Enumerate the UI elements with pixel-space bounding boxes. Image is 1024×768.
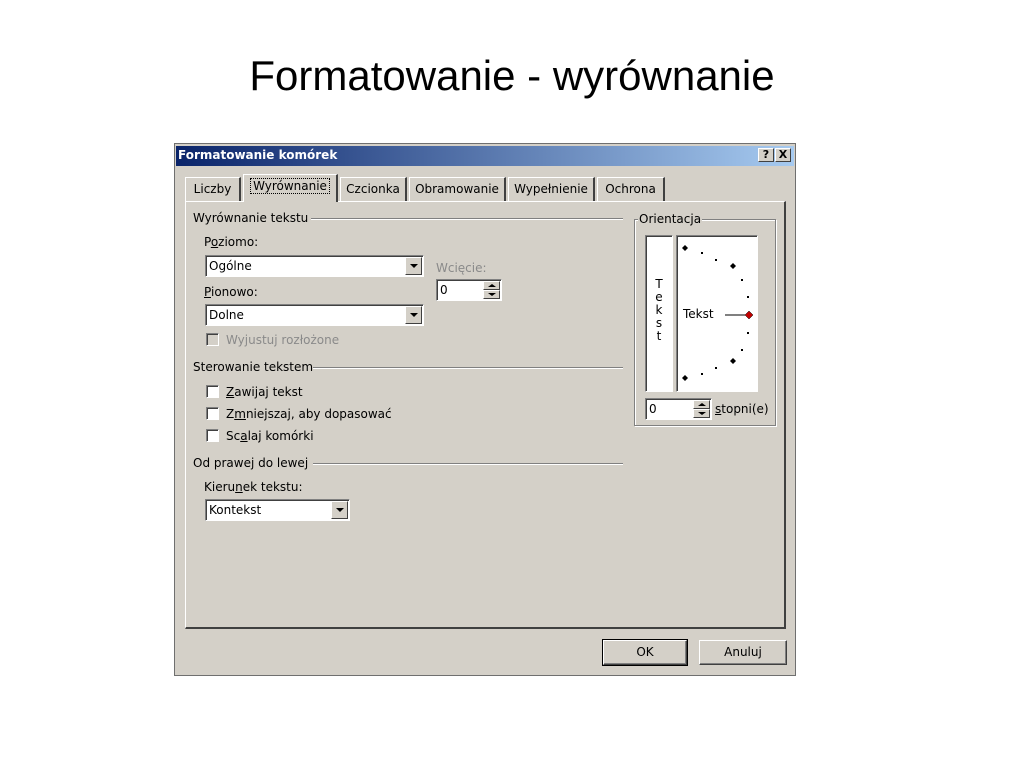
- indent-spinner[interactable]: 0: [436, 279, 502, 301]
- combo-value: Kontekst: [209, 503, 262, 517]
- tab-wypelnienie[interactable]: Wypełnienie: [508, 177, 595, 201]
- spinner-value: 0: [440, 283, 448, 297]
- degrees-spinner[interactable]: 0: [645, 398, 712, 420]
- slide-title: Formatowanie - wyrównanie: [249, 52, 775, 99]
- combo-value: Dolne: [209, 308, 244, 322]
- text-control-group-label: Sterowanie tekstem: [193, 360, 314, 374]
- tab-obramowanie[interactable]: Obramowanie: [409, 177, 506, 201]
- text-alignment-group-label: Wyrównanie tekstu: [193, 211, 309, 225]
- tab-czcionka[interactable]: Czcionka: [340, 177, 407, 201]
- degrees-label: stopni(e): [715, 402, 769, 416]
- tab-liczby[interactable]: Liczby: [185, 177, 241, 201]
- merge-cells-label: Scalaj komórki: [226, 429, 314, 443]
- angle-marker-icon: [682, 375, 688, 381]
- shrink-to-fit-checkbox[interactable]: [206, 407, 219, 420]
- wrap-text-checkbox[interactable]: [206, 385, 219, 398]
- vertical-letter: t: [656, 329, 662, 343]
- orientation-dial[interactable]: Tekst: [676, 235, 758, 392]
- tab-label: Czcionka: [346, 182, 400, 196]
- tab-label: Wypełnienie: [514, 182, 588, 196]
- shrink-to-fit-label: Zmniejszaj, aby dopasować: [226, 407, 392, 421]
- angle-marker-icon: [730, 358, 736, 364]
- angle-dot-icon: [715, 367, 717, 369]
- wrap-text-label: Zawijaj tekst: [226, 385, 303, 399]
- cancel-button[interactable]: Anuluj: [699, 640, 787, 665]
- chevron-down-icon[interactable]: [405, 306, 422, 324]
- angle-dot-icon: [741, 349, 743, 351]
- angle-dot-icon: [741, 279, 743, 281]
- tab-label: Wyrównanie: [250, 178, 330, 194]
- group-divider: [313, 463, 623, 465]
- dialog-titlebar[interactable]: Formatowanie komórek ? X: [176, 146, 794, 166]
- combo-value: Ogólne: [209, 259, 252, 273]
- vertical-label: Pionowo:: [204, 285, 258, 299]
- indent-label: Wcięcie:: [436, 261, 487, 275]
- spinner-value: 0: [649, 402, 657, 416]
- ok-button[interactable]: OK: [602, 639, 688, 666]
- vertical-text-button[interactable]: T e k s t: [645, 235, 673, 392]
- spin-down-icon[interactable]: [483, 290, 500, 299]
- angle-dot-icon: [715, 259, 717, 261]
- tab-ochrona[interactable]: Ochrona: [597, 177, 665, 201]
- merge-cells-checkbox[interactable]: [206, 429, 219, 442]
- tab-wyrownanie[interactable]: Wyrównanie: [243, 174, 338, 202]
- format-cells-dialog: Formatowanie komórek ? X Liczby Wyrównan…: [174, 143, 796, 676]
- orientation-sample-text: Tekst: [683, 307, 714, 321]
- spin-up-icon[interactable]: [693, 400, 710, 409]
- orientation-group-label: Orientacja: [638, 212, 703, 226]
- spin-down-icon[interactable]: [693, 409, 710, 418]
- spin-up-icon[interactable]: [483, 281, 500, 290]
- angle-dot-icon: [747, 332, 749, 334]
- horizontal-label: Poziomo:: [204, 235, 259, 249]
- angle-marker-icon: [682, 245, 688, 251]
- angle-dot-icon: [747, 296, 749, 298]
- rtl-group-label: Od prawej do lewej: [193, 456, 309, 470]
- justify-distributed-label: Wyjustuj rozłożone: [226, 333, 340, 347]
- close-button[interactable]: X: [775, 148, 791, 162]
- selected-angle-marker-icon: [744, 310, 754, 320]
- vertical-alignment-combo[interactable]: Dolne: [205, 304, 424, 326]
- chevron-down-icon[interactable]: [405, 257, 422, 275]
- horizontal-alignment-combo[interactable]: Ogólne: [205, 255, 424, 277]
- text-direction-label: Kierunek tekstu:: [204, 480, 303, 494]
- group-divider: [311, 218, 623, 220]
- dialog-title: Formatowanie komórek: [178, 148, 338, 162]
- tab-label: Liczby: [193, 182, 232, 196]
- chevron-down-icon[interactable]: [331, 501, 348, 519]
- help-button[interactable]: ?: [758, 148, 774, 162]
- justify-distributed-checkbox[interactable]: [206, 333, 219, 346]
- angle-dot-icon: [701, 252, 703, 254]
- angle-marker-icon: [730, 263, 736, 269]
- group-divider: [313, 367, 623, 369]
- tab-label: Obramowanie: [415, 182, 499, 196]
- text-direction-combo[interactable]: Kontekst: [205, 499, 350, 521]
- tab-label: Ochrona: [605, 182, 656, 196]
- angle-dot-icon: [701, 373, 703, 375]
